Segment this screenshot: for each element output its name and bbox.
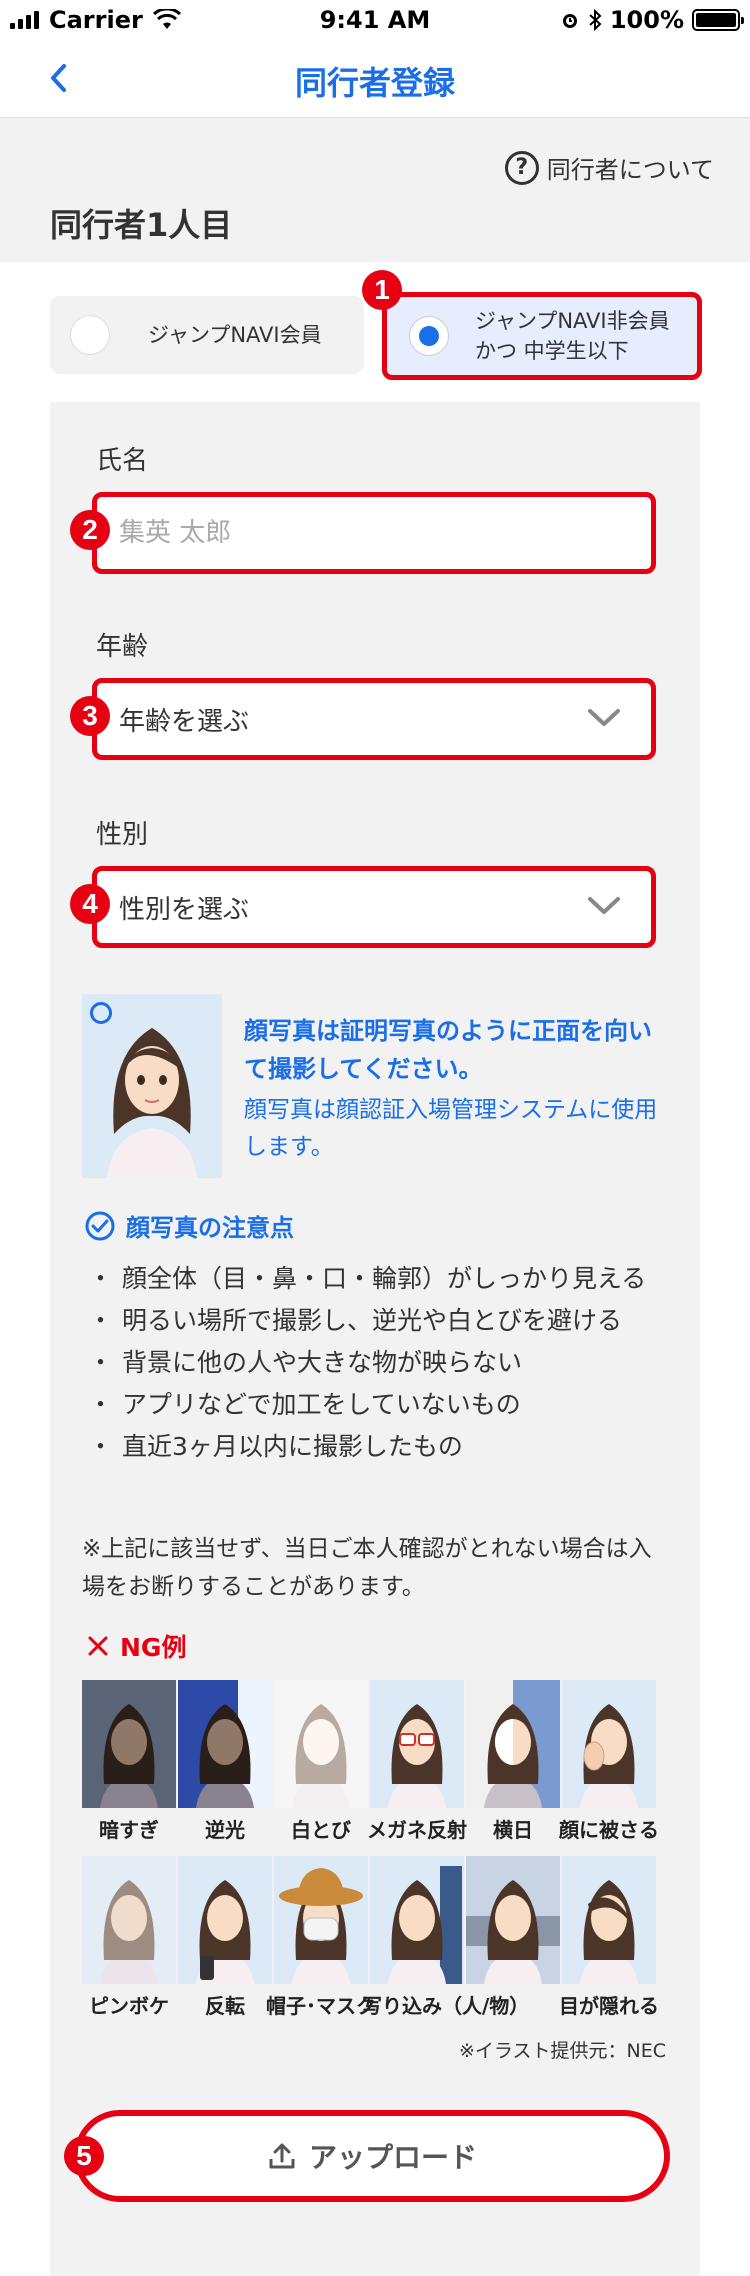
disclaimer: ※上記に該当せず、当日ご本人確認がとれない場合は入場をお断りすることがあります。	[82, 1536, 652, 1600]
notes-list: 顔全体（目・鼻・口・輪郭）がしっかり見える 明るい場所で撮影し、逆光や白とびを避…	[88, 1258, 674, 1468]
name-field[interactable]	[92, 492, 656, 574]
upload-icon	[269, 2143, 295, 2169]
radio-label-member: ジャンプNAVI会員	[148, 322, 322, 347]
battery-label: 100%	[609, 6, 684, 34]
question-circle-icon: ?	[504, 150, 539, 185]
radio-button-unselected[interactable]	[70, 315, 110, 355]
help-label: 同行者について	[546, 156, 714, 184]
ok-circle-icon	[90, 1002, 112, 1024]
sample-portrait-good	[82, 994, 222, 1178]
notes-heading: 顔写真の注意点	[84, 1208, 294, 1243]
photo-guide-description: 顔写真は顔認証入場管理システムに使用します。	[244, 1097, 658, 1160]
name-label: 氏名	[96, 446, 149, 476]
list-item: 直近3ヶ月以内に撮影したもの	[88, 1426, 674, 1468]
ng-label: 横日	[493, 1818, 533, 1842]
upload-button[interactable]: アップロード	[74, 2110, 670, 2202]
annotation-badge-5: 5	[64, 2136, 104, 2176]
list-item: 背景に他の人や大きな物が映らない	[88, 1342, 674, 1384]
radio-button-selected[interactable]	[409, 316, 449, 356]
gender-label: 性別	[96, 820, 149, 850]
ng-label: 逆光	[205, 1818, 245, 1842]
ng-thumb-eyes-hidden	[562, 1856, 656, 1984]
ng-thumb-backlight	[178, 1680, 272, 1808]
illustration-credit: ※イラスト提供元：NEC	[458, 2040, 666, 2062]
ng-thumb-glasses-glare	[370, 1680, 464, 1808]
alarm-icon	[562, 14, 577, 28]
chevron-down-icon	[588, 897, 620, 914]
battery-icon	[692, 9, 744, 31]
ng-label: メガネ反射	[367, 1818, 467, 1842]
ng-thumb-blurry	[82, 1856, 176, 1984]
ng-heading-label: NG例	[120, 1633, 187, 1662]
ng-label: 目が隠れる	[559, 1994, 659, 2018]
name-input[interactable]	[119, 518, 651, 548]
ng-thumb-face-covered	[562, 1680, 656, 1808]
annotation-badge-3: 3	[70, 696, 110, 736]
ng-label: 白とび	[291, 1818, 351, 1842]
radio-label-non-member: ジャンプNAVI非会員 かつ 中学生以下	[475, 306, 670, 367]
photo-guide-heading: 顔写真は証明写真のように正面を向いて撮影してください。	[244, 1017, 652, 1084]
bluetooth-icon	[589, 9, 602, 31]
ng-label: 顔に被さる	[559, 1818, 659, 1842]
ng-label: 写り込み（人/物）	[362, 1994, 530, 2018]
gender-select-value: 性別を選ぶ	[119, 894, 250, 925]
ng-label: 暗すぎ	[99, 1818, 159, 1842]
navigation-bar: 同行者登録	[0, 40, 750, 118]
annotation-badge-4: 4	[70, 884, 110, 924]
radio-label-line2: かつ 中学生以下	[475, 339, 629, 363]
ng-label: 帽子･マスク	[266, 1994, 376, 2018]
ng-thumb-background-people	[466, 1856, 560, 1984]
check-circle-icon	[85, 1211, 115, 1240]
help-link[interactable]: ? 同行者について	[504, 150, 714, 185]
age-select-value: 年齢を選ぶ	[119, 706, 250, 737]
ng-label: ピンボケ	[89, 1994, 169, 2018]
list-item: アプリなどで加工をしていないもの	[88, 1384, 674, 1426]
ng-thumb-mirrored	[178, 1856, 272, 1984]
ng-label: 反転	[205, 1994, 245, 2018]
ng-thumb-too-dark	[82, 1680, 176, 1808]
list-item: 顔全体（目・鼻・口・輪郭）がしっかり見える	[88, 1258, 674, 1300]
page-title: 同行者登録	[294, 64, 455, 102]
upload-label: アップロード	[308, 2141, 477, 2174]
gender-select[interactable]: 性別を選ぶ	[92, 866, 656, 948]
annotation-badge-1: 1	[362, 270, 402, 310]
age-select[interactable]: 年齢を選ぶ	[92, 678, 656, 760]
ng-thumb-side-light	[466, 1680, 560, 1808]
annotation-badge-2: 2	[70, 510, 110, 550]
ng-heading: NG例	[86, 1628, 186, 1664]
notes-heading-label: 顔写真の注意点	[126, 1214, 294, 1242]
cross-icon	[88, 1636, 108, 1656]
section-title: 同行者1人目	[50, 206, 233, 244]
radio-label-line1: ジャンプNAVI非会員	[475, 308, 670, 333]
chevron-down-icon	[588, 709, 620, 726]
ng-thumb-hat-mask	[274, 1856, 368, 1984]
age-label: 年齢	[96, 632, 149, 662]
ng-thumb-background-object	[370, 1856, 464, 1984]
ng-thumb-overexposed	[274, 1680, 368, 1808]
status-bar: Carrier 9:41 AM 100%	[0, 0, 750, 40]
radio-option-non-member[interactable]: ジャンプNAVI非会員 かつ 中学生以下	[382, 292, 702, 380]
list-item: 明るい場所で撮影し、逆光や白とびを避ける	[88, 1300, 674, 1342]
radio-option-member[interactable]: ジャンプNAVI会員	[50, 296, 364, 374]
